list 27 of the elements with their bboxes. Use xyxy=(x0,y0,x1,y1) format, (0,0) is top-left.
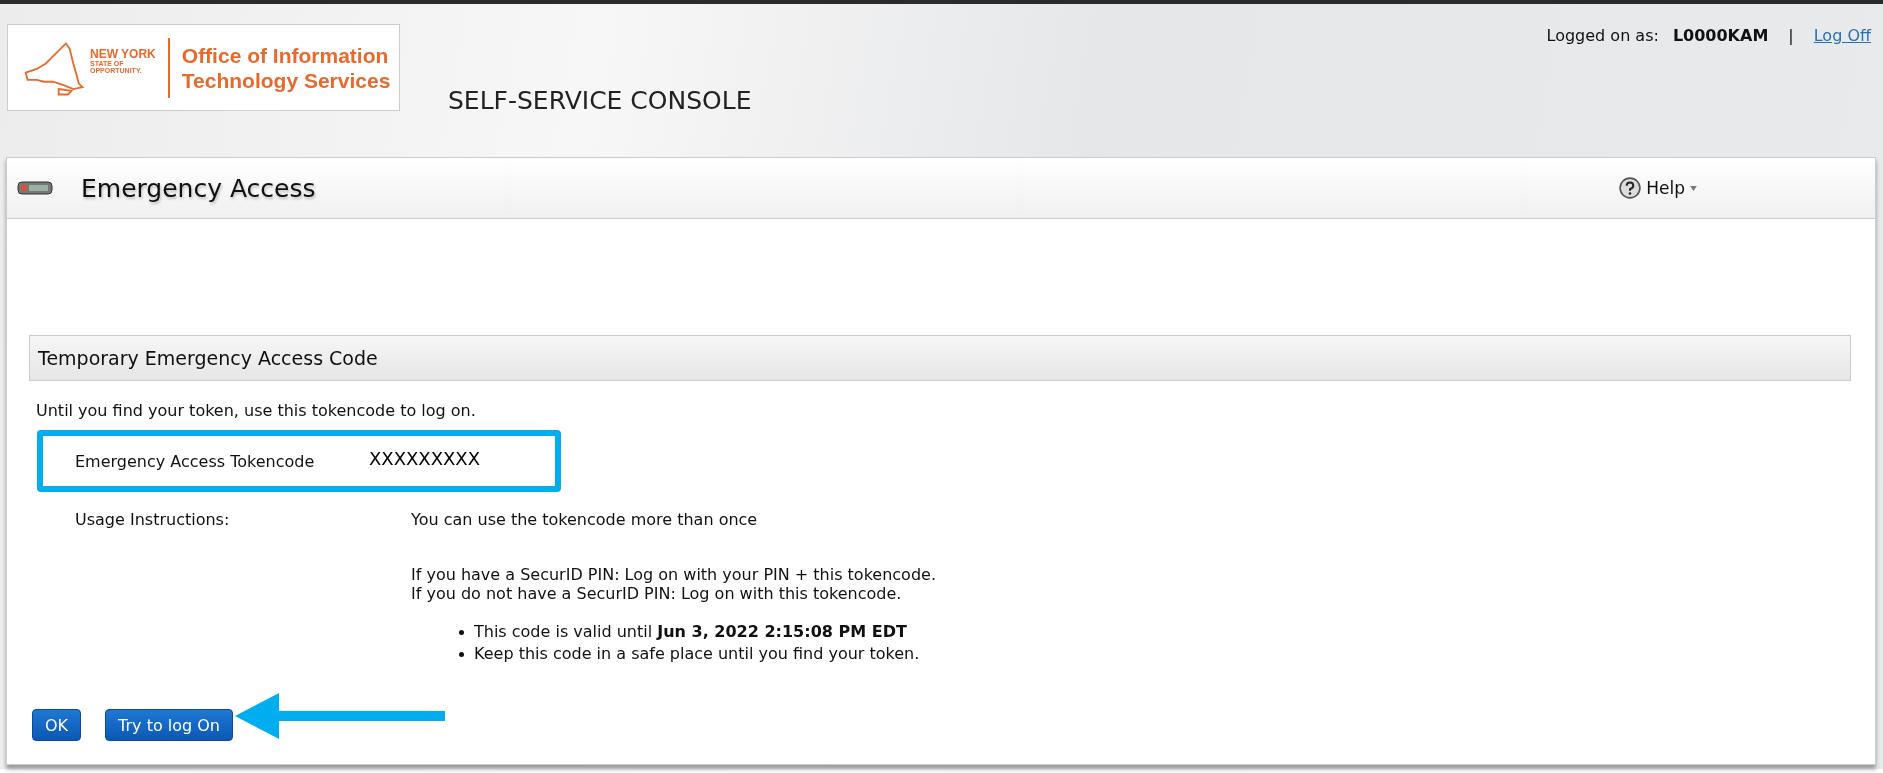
agency-name: Office of Information xyxy=(181,42,390,68)
instruction-text: If you do not have a SecurID PIN: Log on with this tokencode. xyxy=(411,584,903,603)
bullet-text: Keep this code in a safe place until you find your token. xyxy=(474,643,920,665)
token-device-icon xyxy=(17,180,53,196)
field-label: Usage Instructions: xyxy=(75,510,231,531)
caret-icon xyxy=(1690,185,1697,191)
instruction-text: You can use the tokencode more than once xyxy=(411,510,759,529)
log-off-link[interactable]: Log Off xyxy=(1813,26,1871,45)
agency-name: Technology Services xyxy=(181,67,391,93)
user-id: L0000KAM xyxy=(1672,26,1769,45)
ok-button[interactable]: OK xyxy=(32,709,82,741)
page-title: Emergency Access xyxy=(81,173,316,203)
field-label: Emergency Access Tokencode xyxy=(75,451,316,471)
tokencode-value: XXXXXXXXX xyxy=(369,447,480,469)
log-on-button[interactable]: Try to log On xyxy=(105,709,233,741)
console-title: SELF-SERVICE CONSOLE xyxy=(448,86,752,115)
bullet-icon xyxy=(459,651,464,657)
instruction-text: If you have a SecurID PIN: Log on with your PIN + this tokencode. xyxy=(411,565,936,584)
logged-on-label: Logged on as: xyxy=(1546,26,1659,45)
bullet-icon xyxy=(459,629,464,635)
bullet-text: This code is valid until Jun 3, 2022 2:15:08 PM EDT xyxy=(474,621,907,643)
logo-text: NEW YORK xyxy=(90,47,156,60)
intro-text: Until you find your token, use this tokencode to log on. xyxy=(36,401,477,420)
help-menu[interactable]: Help xyxy=(1619,177,1697,199)
separator: | xyxy=(1788,26,1794,45)
section-header: Temporary Emergency Access Code xyxy=(29,335,1851,381)
help-icon xyxy=(1619,177,1642,199)
